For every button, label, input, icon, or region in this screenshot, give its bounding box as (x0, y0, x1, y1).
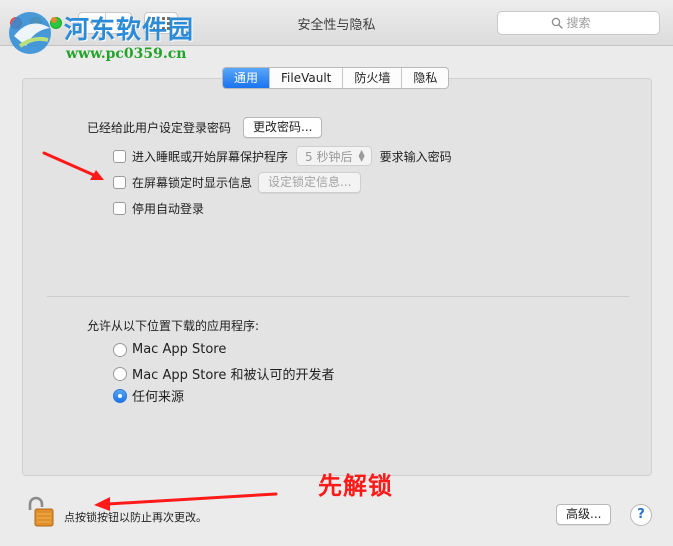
tab-general[interactable]: 通用 (223, 68, 271, 88)
disable-autologin-row: 停用自动登录 (113, 200, 204, 217)
show-message-label: 在屏幕锁定时显示信息 (132, 176, 253, 190)
radio-label: Mac App Store 和被认可的开发者 (132, 368, 335, 383)
require-password-label: 进入睡眠或开始屏幕保护程序 (132, 149, 289, 164)
radio-anywhere[interactable] (113, 388, 127, 403)
help-button[interactable]: ? (630, 504, 652, 526)
general-panel: 已经给此用户设定登录密码 更改密码... 进入睡眠或开始屏幕保护程序 5 秒钟后… (22, 78, 652, 476)
download-option-app-store[interactable]: Mac App Store (113, 342, 226, 357)
watermark-name: 河东软件园 (64, 15, 195, 44)
disable-autologin-checkbox[interactable] (113, 202, 126, 215)
password-delay-select[interactable]: 5 秒钟后 ▲ ▼ (296, 146, 372, 166)
advanced-button[interactable]: 高级... (556, 504, 612, 525)
updown-chevron-icon: ▲ ▼ (358, 148, 365, 163)
radio-identified-developers[interactable] (113, 366, 127, 381)
disable-autologin-label: 停用自动登录 (132, 202, 205, 216)
search-field[interactable] (497, 11, 660, 35)
lock-icon[interactable] (26, 494, 56, 528)
require-password-checkbox[interactable] (113, 149, 126, 163)
annotation-arrow-icon (42, 151, 104, 180)
section-divider (47, 296, 629, 297)
radio-label: 任何来源 (132, 390, 185, 405)
tab-firewall[interactable]: 防火墙 (343, 68, 403, 88)
radio-app-store[interactable] (113, 342, 127, 357)
password-row: 已经给此用户设定登录密码 更改密码... (87, 117, 323, 138)
unlock-annotation: 先解锁 (318, 472, 393, 500)
require-password-row: 进入睡眠或开始屏幕保护程序 5 秒钟后 ▲ ▼ 要求输入密码 (113, 146, 452, 166)
search-icon (551, 17, 563, 29)
download-heading: 允许从以下位置下载的应用程序: (87, 319, 260, 333)
download-option-anywhere[interactable]: 任何来源 (113, 386, 184, 405)
password-set-label: 已经给此用户设定登录密码 (87, 121, 232, 135)
require-password-suffix: 要求输入密码 (379, 149, 452, 164)
show-message-checkbox[interactable] (113, 176, 126, 189)
download-option-identified[interactable]: Mac App Store 和被认可的开发者 (113, 364, 334, 383)
watermark-url: www.pc0359.cn (66, 46, 187, 62)
download-heading-row: 允许从以下位置下载的应用程序: (87, 317, 259, 334)
password-delay-value: 5 秒钟后 (305, 149, 353, 164)
tab-filevault[interactable]: FileVault (270, 68, 344, 88)
tab-privacy[interactable]: 隐私 (402, 68, 448, 88)
change-password-button[interactable]: 更改密码... (243, 117, 323, 138)
watermark-logo-icon (9, 12, 57, 54)
radio-label: Mac App Store (132, 342, 227, 357)
tab-bar: 通用 FileVault 防火墙 隐私 (222, 67, 450, 89)
lock-hint-text: 点按锁按钮以防止再次更改。 (64, 511, 207, 524)
show-message-row: 在屏幕锁定时显示信息 设定锁定信息... (113, 172, 362, 193)
set-lock-message-button[interactable]: 设定锁定信息... (258, 172, 362, 193)
search-input[interactable] (566, 16, 607, 30)
